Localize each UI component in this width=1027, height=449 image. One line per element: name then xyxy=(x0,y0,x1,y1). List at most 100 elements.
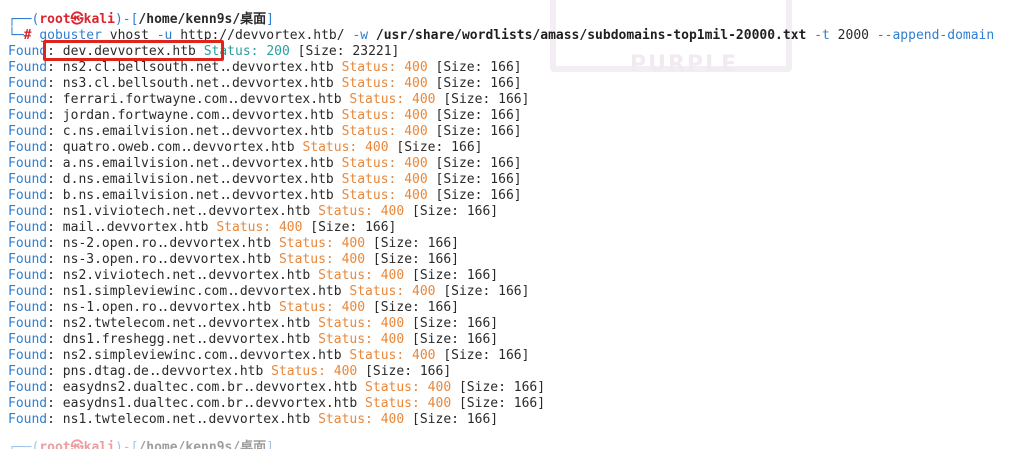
result-host: : quatro.oweb.com xyxy=(47,140,181,155)
result-row: Found: ns1.simpleviewinc.com.. devvortex.… xyxy=(8,284,529,300)
prompt-corner-bottom: └─ xyxy=(8,28,24,43)
result-status-code: 400 xyxy=(404,76,428,91)
result-status-label: Status: xyxy=(278,300,334,315)
result-status-label: Status: xyxy=(278,252,334,267)
result-size: [Size: 166] xyxy=(458,396,546,411)
highlight-annotation-box xyxy=(43,40,224,61)
result-row: Found: mail.. devvortex.htb Status: 400 [… xyxy=(8,220,396,236)
result-suffix: devvortex.htb xyxy=(231,60,334,75)
result-suffix: devvortex.htb xyxy=(231,172,334,187)
result-suffix: devvortex.htb xyxy=(192,140,295,155)
watermark-text: PURPLE xyxy=(630,52,739,77)
command-threads: 2000 xyxy=(829,28,877,43)
result-found-label: Found xyxy=(8,348,48,363)
result-suffix: devvortex.htb xyxy=(208,412,311,427)
terminal-window[interactable]: PURPLE ┌──(root㉿kali)-[/home/kenn9s/桌面] … xyxy=(0,0,1027,449)
result-suffix: devvortex.htb xyxy=(239,284,342,299)
result-status-code: 200 xyxy=(266,44,290,59)
command-wordlist-flag: -w xyxy=(352,28,369,43)
prompt-user: root㉿kali xyxy=(39,12,115,27)
result-host: : ns1.twtelecom.net xyxy=(47,412,196,427)
result-host-separator-dots: .. xyxy=(219,156,232,171)
result-suffix: devvortex.htb xyxy=(169,300,272,315)
result-row: Found: a.ns.emailvision.net.. devvortex.h… xyxy=(8,156,522,172)
result-status-label: Status: xyxy=(365,380,420,395)
result-status-label: Status: xyxy=(341,188,397,203)
result-host-separator-dots: .. xyxy=(195,332,209,347)
result-status-code: 400 xyxy=(404,188,428,203)
result-size: [Size: 166] xyxy=(435,188,522,203)
next-prompt-user: root㉿kali xyxy=(39,440,115,449)
result-host-separator-dots: .. xyxy=(242,396,256,411)
result-found-label: Found xyxy=(8,412,48,427)
result-host: : c.ns.emailvision.net xyxy=(47,124,220,139)
next-prompt-separator: )-[ xyxy=(114,440,139,449)
result-host-separator-dots: .. xyxy=(227,284,240,299)
result-status-label: Status: xyxy=(318,332,373,347)
result-size: [Size: 166] xyxy=(372,236,459,251)
result-found-label: Found xyxy=(8,252,48,267)
result-row: Found: ns-1.open.ro.. devvortex.htb Statu… xyxy=(8,300,459,316)
result-host: : b.ns.emailvision.net xyxy=(47,188,220,203)
result-host-separator-dots: .. xyxy=(148,364,162,379)
result-row: Found: ns2.viviotech.net.. devvortex.htb … xyxy=(8,268,498,284)
result-host-separator-dots: .. xyxy=(195,412,209,427)
result-suffix: devvortex.htb xyxy=(255,396,358,411)
result-host-separator-dots: .. xyxy=(242,380,256,395)
result-status-code: 400 xyxy=(404,108,428,123)
result-row: Found: ns2.twtelecom.net.. devvortex.htb … xyxy=(8,316,498,332)
result-host: : ns2.simpleviewinc.com xyxy=(47,348,228,363)
next-prompt-line: ┌──(root㉿kali)-[/home/kenn9s/桌面] xyxy=(8,440,274,449)
result-row: Found: c.ns.emailvision.net.. devvortex.h… xyxy=(8,124,522,140)
result-host: : dns1.freshegg.net xyxy=(47,332,196,347)
result-host-separator-dots: .. xyxy=(195,204,209,219)
result-row: Found: ns3.cl.bellsouth.net.. devvortex.h… xyxy=(8,76,522,92)
result-row: Found: ns-2.open.ro.. devvortex.htb Statu… xyxy=(8,236,459,252)
result-host: : jordan.fortwayne.com xyxy=(47,108,220,123)
result-size: [Size: 166] xyxy=(365,364,452,379)
result-status-label: Status: xyxy=(349,284,405,299)
result-size: [Size: 166] xyxy=(412,316,499,331)
result-host: : easydns1.dualtec.com.br xyxy=(47,396,243,411)
result-found-label: Found xyxy=(8,284,48,299)
result-suffix: devvortex.htb xyxy=(208,316,311,331)
result-status-code: 400 xyxy=(404,60,428,75)
result-found-label: Found xyxy=(8,76,48,91)
result-host-separator-dots: .. xyxy=(219,172,232,187)
result-suffix: devvortex.htb xyxy=(239,92,342,107)
result-suffix: devvortex.htb xyxy=(231,76,334,91)
result-status-code: 400 xyxy=(412,348,436,363)
result-host-separator-dots: .. xyxy=(156,300,170,315)
prompt-corner: ┌──( xyxy=(8,12,40,27)
result-host: : ns3.cl.bellsouth.net xyxy=(47,76,220,91)
result-size: [Size: 166] xyxy=(443,92,530,107)
result-host: : pns.dtag.de xyxy=(47,364,149,379)
result-size: [Size: 23221] xyxy=(297,44,400,59)
result-row: Found: quatro.oweb.com.. devvortex.htb St… xyxy=(8,140,482,156)
next-prompt-corner: ┌──( xyxy=(8,440,40,449)
result-size: [Size: 166] xyxy=(443,348,530,363)
